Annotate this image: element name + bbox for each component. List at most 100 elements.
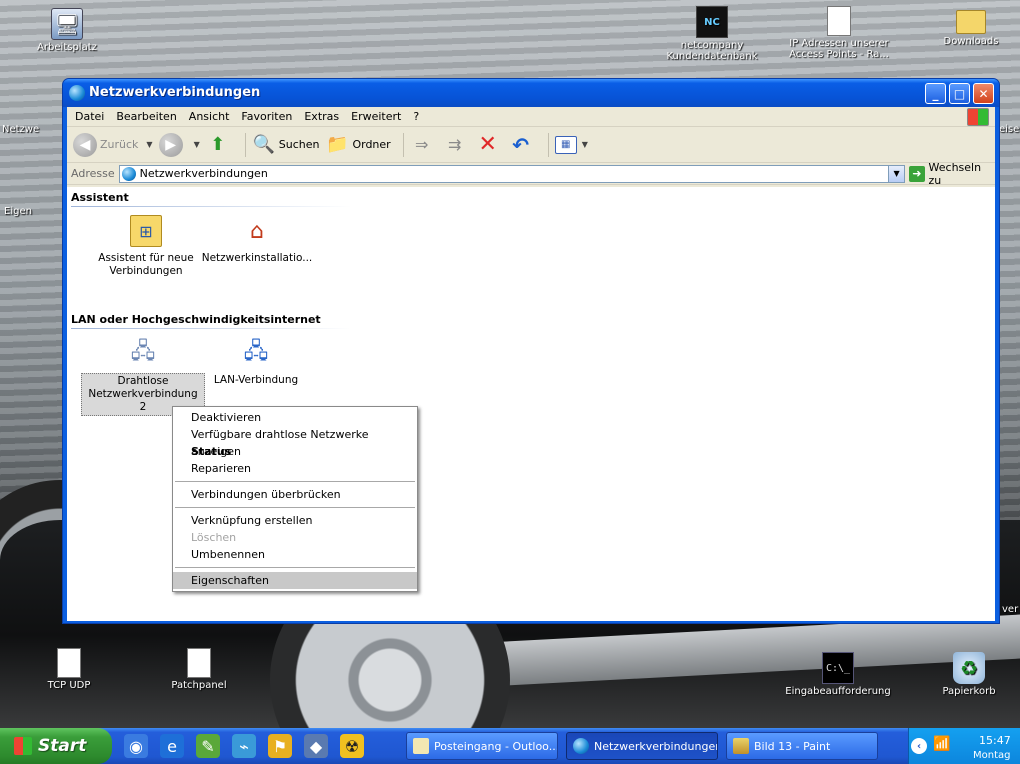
windows-logo-icon <box>14 737 32 755</box>
delete-button[interactable]: ✕ <box>476 132 503 157</box>
item-label: LAN-Verbindung <box>213 374 299 386</box>
network-connections-icon <box>573 738 589 754</box>
desktop-icon-netcompany[interactable]: NC netcompany Kundendatenbank <box>664 6 760 62</box>
menu-item-rename[interactable]: Umbenennen <box>173 546 417 563</box>
menu-separator <box>175 481 415 482</box>
undo-button[interactable]: ↶ <box>509 133 536 157</box>
up-button[interactable]: ⬆ <box>206 133 233 157</box>
forward-button[interactable]: ▶ <box>158 132 186 157</box>
desktop-icon-fragment[interactable]: Netzwe <box>2 124 39 135</box>
start-label: Start <box>38 736 87 756</box>
radioactive-icon[interactable]: ☢ <box>340 734 364 758</box>
back-button[interactable]: ◀ Zurück <box>73 132 138 157</box>
search-icon: 🔍 <box>252 134 275 155</box>
menu-datei[interactable]: Datei <box>75 110 104 123</box>
task-label: Netzwerkverbindungen <box>594 739 718 753</box>
menu-item-view-wireless-networks[interactable]: Verfügbare drahtlose Netzwerke anzeigen <box>173 426 417 458</box>
document-icon <box>827 6 851 36</box>
netcompany-icon: NC <box>696 6 728 38</box>
menu-favoriten[interactable]: Favoriten <box>241 110 292 123</box>
folders-button[interactable]: 📁 Ordner <box>325 133 390 157</box>
outlook-inbox-icon <box>413 738 429 754</box>
address-bar: Adresse Netzwerkverbindungen ▼ ➜ Wechsel… <box>67 161 995 187</box>
desktop-icon-fragment[interactable]: Eigen <box>4 206 32 217</box>
quicklaunch-browser-icon[interactable]: ◉ <box>124 734 148 758</box>
copy-to-button[interactable]: ⇉ <box>443 133 470 157</box>
folder-icon <box>956 10 986 34</box>
clock-time[interactable]: 15:47 <box>979 734 1011 747</box>
internet-explorer-icon[interactable]: e <box>160 734 184 758</box>
move-to-button[interactable]: ⇒ <box>410 133 437 157</box>
desktop-icon-eingabeaufforderung[interactable]: C:\_ Eingabeaufforderung <box>776 652 900 697</box>
desktop-icon-fragment[interactable]: eise <box>999 124 1019 135</box>
context-menu: Deaktivieren Verfügbare drahtlose Netzwe… <box>172 406 418 592</box>
start-button[interactable]: Start <box>0 728 112 764</box>
quicklaunch-app-icon[interactable]: ◆ <box>304 734 328 758</box>
menu-bearbeiten[interactable]: Bearbeiten <box>116 110 176 123</box>
desktop-icon-label: Papierkorb <box>942 686 996 697</box>
desktop-icon-ip-adressen[interactable]: IP Adressen unserer Access Points - Ra..… <box>784 6 894 60</box>
quicklaunch-pen-icon[interactable]: ✎ <box>196 734 220 758</box>
group-header-assistent: Assistent <box>71 191 129 204</box>
toolbar: ◀ Zurück ▼ ▶ ▼ ⬆ 🔍 Suchen 📁 Ordner ⇒ ⇉ ✕… <box>67 127 995 163</box>
tray-expand-icon[interactable]: ‹ <box>911 738 927 754</box>
close-button[interactable]: ✕ <box>973 83 994 104</box>
paint-icon <box>733 738 749 754</box>
menu-item-delete: Löschen <box>191 531 237 544</box>
title-bar[interactable]: Netzwerkverbindungen _ □ ✕ <box>63 79 999 107</box>
address-input[interactable]: Netzwerkverbindungen ▼ <box>118 164 906 183</box>
task-paint[interactable]: Bild 13 - Paint <box>726 732 878 760</box>
menu-item-bridge-connections[interactable]: Verbindungen überbrücken <box>173 486 417 503</box>
menu-separator <box>175 507 415 508</box>
system-tray: ‹ 📶 15:47 Montag <box>908 728 1020 764</box>
maximize-button[interactable]: □ <box>949 83 970 104</box>
menu-item-reparieren[interactable]: Reparieren <box>173 460 417 477</box>
menu-item-properties[interactable]: Eigenschaften <box>173 572 417 589</box>
menu-item-create-shortcut[interactable]: Verknüpfung erstellen <box>173 512 417 529</box>
item-wireless-connection[interactable]: 🖧 Drahtlose Netzwerkverbindung 2 <box>81 337 205 416</box>
command-prompt-icon: C:\_ <box>822 652 854 684</box>
document-icon <box>187 648 211 678</box>
minimize-button[interactable]: _ <box>925 83 946 104</box>
task-network-connections[interactable]: Netzwerkverbindungen <box>566 732 718 760</box>
nc-badge: NC <box>704 16 720 28</box>
go-button[interactable]: Wechseln zu <box>929 161 995 187</box>
undo-icon: ↶ <box>512 132 530 157</box>
forward-dropdown-icon[interactable]: ▼ <box>194 140 200 149</box>
network-connections-icon <box>121 166 136 181</box>
item-new-connection-wizard[interactable]: ⊞ Assistent für neue Verbindungen <box>87 215 205 279</box>
my-computer-icon: 🖥 <box>51 8 83 40</box>
group-divider <box>71 328 351 329</box>
item-network-setup[interactable]: ⌂ Netzwerkinstallatio... <box>195 215 319 266</box>
address-label: Adresse <box>71 167 115 180</box>
desktop-icon-downloads[interactable]: Downloads <box>926 10 1016 47</box>
item-lan-connection[interactable]: 🖧 LAN-Verbindung <box>197 337 315 388</box>
desktop-icon-fragment[interactable]: ver <box>1002 604 1018 615</box>
document-icon <box>57 648 81 678</box>
address-dropdown-icon[interactable]: ▼ <box>888 165 905 182</box>
quicklaunch-tool-icon[interactable]: ⌁ <box>232 734 256 758</box>
move-to-icon: ⇒ <box>414 135 429 154</box>
network-status-icon[interactable]: 📶 <box>933 736 951 754</box>
windows-flag-icon[interactable]: ⚑ <box>268 734 292 758</box>
menu-item-deaktivieren[interactable]: Deaktivieren <box>173 409 417 426</box>
menu-ansicht[interactable]: Ansicht <box>189 110 230 123</box>
desktop-icon-patchpanel[interactable]: Patchpanel <box>154 648 244 691</box>
toolbar-separator <box>402 132 404 157</box>
search-label: Suchen <box>278 138 320 151</box>
go-arrow-icon[interactable]: ➜ <box>909 165 925 182</box>
menu-help[interactable]: ? <box>413 110 419 123</box>
menu-separator <box>175 567 415 568</box>
task-outlook[interactable]: Posteingang - Outloo... <box>406 732 558 760</box>
desktop-icon-papierkorb[interactable]: ♻ Papierkorb <box>924 652 1014 697</box>
menu-extras[interactable]: Extras <box>304 110 339 123</box>
desktop-icon-tcp-udp[interactable]: TCP UDP <box>24 648 114 691</box>
desktop-icon-arbeitsplatz[interactable]: 🖥 Arbeitsplatz <box>22 8 112 53</box>
search-button[interactable]: 🔍 Suchen <box>252 133 320 157</box>
menu-erweitert[interactable]: Erweitert <box>351 110 401 123</box>
folder-up-icon: ⬆ <box>210 134 226 155</box>
cmd-badge: C:\_ <box>825 662 851 674</box>
back-dropdown-icon[interactable]: ▼ <box>146 140 152 149</box>
views-button[interactable]: ▦ ▼ <box>554 135 594 154</box>
menu-item-status[interactable]: Status <box>173 443 417 460</box>
